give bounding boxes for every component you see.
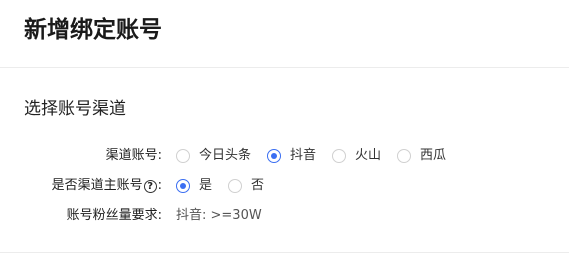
radio-toutiao[interactable] (176, 149, 190, 163)
fans-requirement-label: 账号粉丝量要求: (66, 208, 162, 223)
channel-option-toutiao[interactable]: 今日头条 (176, 145, 251, 167)
channel-option-douyin[interactable]: 抖音 (267, 145, 316, 167)
main-account-option-label: 否 (251, 178, 265, 193)
section-title: 选择账号渠道 (24, 99, 126, 119)
radio-xigua[interactable] (397, 149, 412, 163)
bind-account-page: 新增绑定账号 选择账号渠道 渠道账号: 今日头条 抖音 火山 西瓜 是否渠道主账… (0, 0, 569, 277)
radio-huoshan[interactable] (332, 149, 347, 163)
channel-option-label: 西瓜 (420, 148, 447, 163)
fans-requirement-row: 账号粉丝量要求: 抖音: >=30W (0, 205, 569, 227)
main-account-radio-group: 是 否 (176, 175, 280, 197)
main-account-label-colon: : (157, 178, 162, 193)
radio-douyin[interactable] (267, 149, 282, 163)
channel-option-label: 抖音 (290, 148, 317, 163)
main-account-option-label: 是 (199, 178, 213, 193)
main-account-row: 是否渠道主账号 ? : 是 否 (0, 175, 569, 197)
main-account-label-text: 是否渠道主账号 (51, 178, 143, 193)
channel-option-huoshan[interactable]: 火山 (332, 145, 381, 167)
question-circle-icon[interactable]: ? (143, 179, 157, 193)
fans-requirement-value: 抖音: >=30W (176, 208, 262, 223)
channel-radio-group: 今日头条 抖音 火山 西瓜 (176, 145, 462, 167)
page-header: 新增绑定账号 (0, 0, 569, 68)
channel-row: 渠道账号: 今日头条 抖音 火山 西瓜 (0, 145, 569, 167)
bottom-divider (0, 252, 569, 253)
channel-label: 渠道账号: (105, 148, 162, 163)
page-title: 新增绑定账号 (24, 17, 162, 43)
channel-option-xigua[interactable]: 西瓜 (397, 145, 446, 167)
main-account-option-no[interactable]: 否 (228, 175, 264, 197)
main-account-label: 是否渠道主账号 ? : (52, 175, 162, 197)
channel-option-label: 火山 (355, 148, 382, 163)
main-account-option-yes[interactable]: 是 (176, 175, 212, 197)
radio-yes[interactable] (176, 179, 190, 193)
channel-option-label: 今日头条 (199, 148, 252, 163)
radio-no[interactable] (228, 179, 243, 193)
